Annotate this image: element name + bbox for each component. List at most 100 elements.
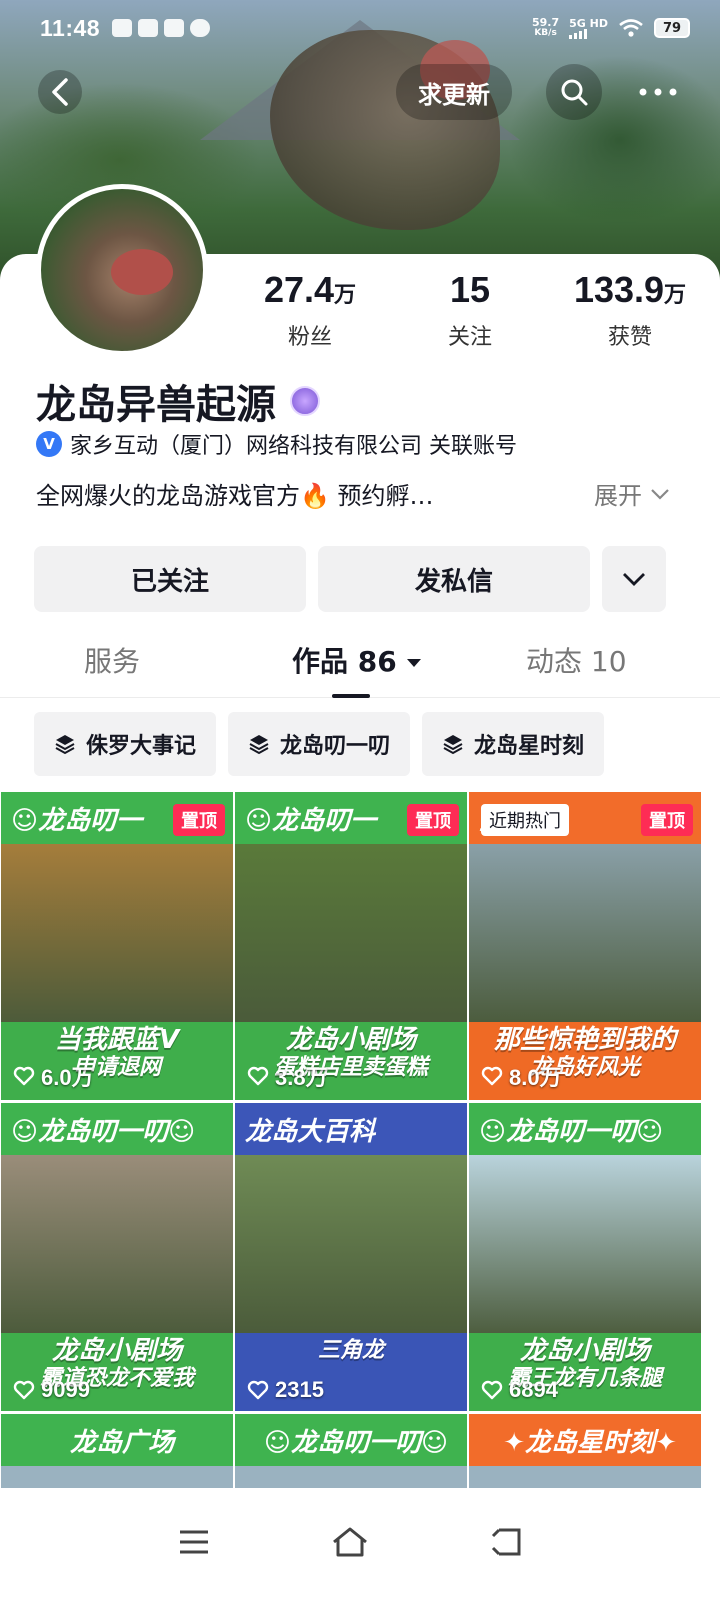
profile-stats: 27.4万 粉丝 15 关注 133.9万 获赞 <box>230 270 710 351</box>
verification-row[interactable]: V 家乡互动（厦门）网络科技有限公司 关联账号 <box>36 428 517 460</box>
profile-name: 龙岛异兽起源 <box>36 382 276 428</box>
likes-unit: 万 <box>664 282 687 307</box>
avatar[interactable] <box>36 184 208 356</box>
bio-row[interactable]: 全网爆火的龙岛游戏官方🔥 预约孵… 展开 <box>36 476 670 511</box>
followers-count: 27.4 <box>263 269 335 310</box>
net-speed-value: 59.7 <box>532 16 560 29</box>
search-icon <box>561 79 588 106</box>
more-icon <box>639 88 677 96</box>
back-nav-button[interactable] <box>476 1512 536 1572</box>
heart-icon <box>247 1380 269 1400</box>
followers-label: 粉丝 <box>287 325 332 350</box>
video-thumbnail <box>469 844 701 1028</box>
chip-label: 侏罗大事记 <box>86 734 197 759</box>
video-thumbnail <box>469 1466 701 1488</box>
profile-tabs: 服务 作品 86 动态 10 <box>0 636 720 698</box>
search-button[interactable] <box>546 64 602 120</box>
video-card[interactable]: ☺龙岛叨一 龙岛小剧场 蛋糕店里卖蛋糕 3.8万 置顶 <box>235 792 467 1100</box>
chip-collection[interactable]: 侏罗大事记 <box>34 712 217 776</box>
bio-text: 全网爆火的龙岛游戏官方🔥 预约孵… <box>36 482 434 510</box>
video-likes: 8.0万 <box>481 1060 562 1092</box>
video-banner: 龙岛广场 <box>1 1414 233 1466</box>
back-arrow-icon <box>52 78 68 106</box>
likes-label: 获赞 <box>607 325 652 350</box>
video-thumbnail <box>1 844 233 1028</box>
video-likes: 6894 <box>481 1377 558 1403</box>
video-card[interactable]: 星时那些惊艳到我的龙岛好风光8.0万置顶近期热门 <box>469 792 701 1100</box>
video-card[interactable]: ☺龙岛叨一叨☺ <box>235 1414 467 1488</box>
likes-count: 8.0万 <box>509 1065 562 1090</box>
video-likes: 6.0万 <box>13 1060 94 1092</box>
heart-icon <box>13 1380 35 1400</box>
net-speed-unit: KB/s <box>534 28 557 38</box>
verified-icon: V <box>36 431 62 457</box>
video-card[interactable]: ☺龙岛叨一叨☺ 龙岛小剧场 霸道恐龙不爱我 9099 <box>1 1103 233 1411</box>
more-actions-button[interactable] <box>602 546 666 612</box>
home-icon <box>333 1527 367 1557</box>
trending-badge: 近期热门 <box>481 804 569 836</box>
following-count: 15 <box>449 269 491 310</box>
chip-collection[interactable]: 龙岛叨一叨 <box>228 712 411 776</box>
status-time: 11:48 <box>40 14 101 41</box>
video-card[interactable]: ✦龙岛星时刻✦ <box>469 1414 701 1488</box>
layers-icon <box>55 735 75 755</box>
battery-indicator: 79 <box>654 18 690 38</box>
top-bar: 求更新 <box>0 62 720 122</box>
caption-line-1: 龙岛小剧场 <box>519 1336 650 1366</box>
expand-label: 展开 <box>594 482 642 510</box>
video-thumbnail <box>235 1466 467 1488</box>
signal-bars-icon <box>569 28 608 39</box>
tab-dynamics[interactable]: 动态 10 <box>526 640 627 680</box>
stat-following[interactable]: 15 关注 <box>390 270 550 351</box>
caption-line-1: 那些惊艳到我的 <box>493 1025 676 1055</box>
followed-button[interactable]: 已关注 <box>34 546 306 612</box>
request-update-button[interactable]: 求更新 <box>396 64 512 120</box>
active-tab-indicator <box>332 694 370 698</box>
video-card[interactable]: 龙岛大百科 三角龙 2315 <box>235 1103 467 1411</box>
action-buttons: 已关注 发私信 <box>34 546 666 612</box>
wifi-icon <box>619 19 643 37</box>
chip-label: 龙岛叨一叨 <box>280 734 391 759</box>
video-banner: ✦龙岛星时刻✦ <box>469 1414 701 1466</box>
menu-icon <box>180 1530 208 1554</box>
collection-chips: 侏罗大事记 龙岛叨一叨 龙岛星时刻 <box>34 712 605 776</box>
video-thumbnail <box>1 1466 233 1488</box>
notification-icons <box>112 19 211 37</box>
pinned-badge: 置顶 <box>407 804 459 836</box>
stat-likes[interactable]: 133.9万 获赞 <box>550 270 710 351</box>
video-thumbnail <box>235 1155 467 1339</box>
layers-icon <box>443 735 463 755</box>
caret-down-icon <box>407 659 422 667</box>
chevron-down-icon <box>623 573 645 586</box>
tab-works[interactable]: 作品 86 <box>292 640 422 680</box>
video-thumbnail <box>469 1155 701 1339</box>
heart-icon <box>481 1380 503 1400</box>
tab-service[interactable]: 服务 <box>84 640 140 680</box>
heart-icon <box>247 1066 269 1086</box>
likes-count: 2315 <box>275 1377 324 1402</box>
menu-nav-button[interactable] <box>164 1512 224 1572</box>
home-nav-button[interactable] <box>320 1512 380 1572</box>
name-row: 龙岛异兽起源 <box>36 372 320 430</box>
notification-icon <box>112 19 133 37</box>
video-banner: ☺龙岛叨一叨☺ <box>1 1103 233 1155</box>
layers-icon <box>249 735 269 755</box>
level-badge-icon[interactable] <box>290 386 320 416</box>
stat-followers[interactable]: 27.4万 粉丝 <box>230 270 390 351</box>
pinned-badge: 置顶 <box>173 804 225 836</box>
likes-count: 6894 <box>509 1377 558 1402</box>
heart-icon <box>481 1066 503 1086</box>
video-card[interactable]: 龙岛广场 <box>1 1414 233 1488</box>
video-card[interactable]: ☺龙岛叨一叨☺ 龙岛小剧场 霸王龙有几条腿 6894 <box>469 1103 701 1411</box>
back-button[interactable] <box>38 70 82 114</box>
back-nav-icon <box>491 1528 521 1556</box>
video-banner: ☺龙岛叨一叨☺ <box>469 1103 701 1155</box>
caption-line-1: 龙岛小剧场 <box>51 1336 182 1366</box>
video-thumbnail <box>235 844 467 1028</box>
expand-bio-button[interactable]: 展开 <box>594 476 670 511</box>
more-options-button[interactable] <box>622 64 694 120</box>
chip-collection[interactable]: 龙岛星时刻 <box>422 712 605 776</box>
send-message-button[interactable]: 发私信 <box>318 546 590 612</box>
video-card[interactable]: ☺龙岛叨一 当我跟蓝V 申请退网 6.0万 置顶 <box>1 792 233 1100</box>
net-speed: 59.7 KB/s <box>532 17 559 39</box>
